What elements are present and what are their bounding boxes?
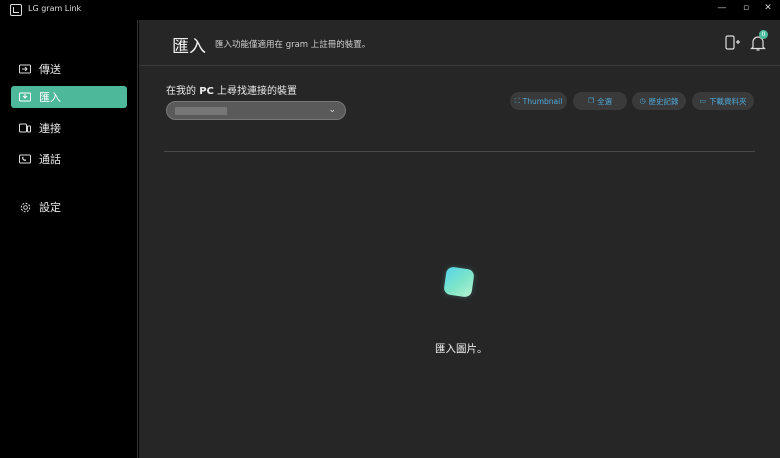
restore-button[interactable]: ▫ — [736, 1, 756, 17]
divider — [164, 151, 755, 152]
sidebar-item-settings[interactable]: 設定 — [11, 196, 127, 218]
notification-bell-icon[interactable]: 0 — [749, 30, 768, 52]
select-all-icon: ❐ — [587, 97, 595, 105]
clock-icon: ◷ — [639, 97, 646, 105]
window-title: LG gram Link — [28, 4, 82, 13]
loading-icon — [443, 266, 475, 298]
minimize-button[interactable]: — — [712, 1, 732, 17]
select-all-button[interactable]: ❐ 全選 — [573, 92, 627, 110]
sidebar-item-label: 傳送 — [39, 63, 61, 76]
sidebar-item-label: 連接 — [39, 122, 61, 135]
title-bar: LG gram Link — ▫ ✕ — [0, 0, 780, 20]
sidebar-item-send[interactable]: 傳送 — [11, 58, 127, 80]
connect-icon — [19, 123, 31, 133]
sidebar-item-label: 通話 — [39, 153, 61, 166]
empty-state-text: 匯入圖片。 — [435, 343, 488, 355]
download-folder-button[interactable]: ▭ 下載資料夾 — [692, 92, 754, 110]
notification-badge: 0 — [759, 30, 768, 39]
app-logo-icon — [10, 4, 22, 16]
page-header: 匯入 匯入功能僅適用在 gram 上註冊的裝置。 0 — [139, 20, 780, 66]
add-device-icon[interactable] — [723, 34, 741, 52]
close-button[interactable]: ✕ — [758, 1, 778, 17]
sidebar-item-call[interactable]: 通話 — [11, 148, 127, 170]
folder-icon: ▭ — [699, 97, 707, 105]
call-icon — [19, 154, 31, 164]
page-description: 匯入功能僅適用在 gram 上註冊的裝置。 — [215, 40, 371, 50]
sidebar: 傳送 匯入 連接 通話 設定 — [0, 20, 138, 458]
device-name-placeholder — [175, 107, 227, 115]
device-dropdown[interactable]: ⌄ — [166, 101, 346, 120]
main-panel: 匯入 匯入功能僅適用在 gram 上註冊的裝置。 0 在我的 PC 上尋找連接的… — [139, 20, 780, 458]
import-icon — [19, 92, 31, 102]
send-icon — [19, 64, 31, 74]
device-search-label: 在我的 PC 上尋找連接的裝置 — [166, 86, 298, 97]
page-title: 匯入 — [172, 37, 206, 57]
history-button[interactable]: ◷ 歷史記錄 — [632, 92, 686, 110]
chevron-down-icon: ⌄ — [328, 105, 336, 115]
expand-icon: ⛶ — [514, 96, 520, 105]
gear-icon — [19, 202, 31, 212]
thumbnail-button[interactable]: ⛶ Thumbnail — [510, 92, 567, 110]
sidebar-item-import[interactable]: 匯入 — [11, 86, 127, 108]
sidebar-item-label: 匯入 — [39, 91, 61, 104]
sidebar-item-label: 設定 — [39, 201, 61, 214]
sidebar-item-connect[interactable]: 連接 — [11, 117, 127, 139]
